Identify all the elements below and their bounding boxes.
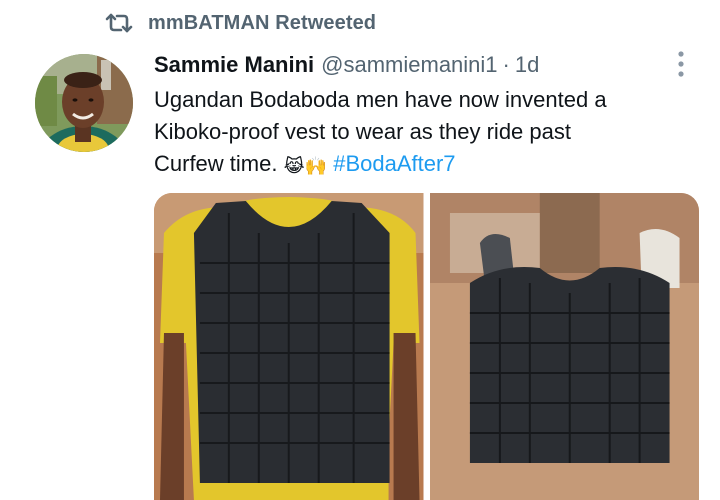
photo-tire-vest-on-ground[interactable] — [429, 193, 699, 500]
tweet-text-fragment: Curfew time. — [154, 151, 278, 176]
meta-separator: · — [502, 52, 510, 77]
retweet-label[interactable]: mmBATMAN Retweeted — [148, 12, 376, 35]
tweet-timestamp[interactable]: 1d — [515, 52, 539, 78]
tweet-media — [154, 193, 699, 500]
raising-hands-emoji-icon: 🙌 — [304, 156, 328, 176]
retweet-context[interactable]: mmBATMAN Retweeted — [104, 10, 376, 36]
tweet-text-line-3: Curfew time. 😹🙌 #BodaAfter7 — [154, 148, 694, 180]
hashtag-link[interactable]: #BodaAfter7 — [333, 151, 455, 176]
author-handle[interactable]: @sammiemanini1 — [321, 52, 497, 78]
tweet-header: Sammie Manini @sammiemanini1 · 1d — [154, 51, 539, 79]
avatar[interactable] — [35, 54, 133, 152]
author-display-name[interactable]: Sammie Manini — [154, 52, 314, 78]
tweet-text-line: Ugandan Bodaboda men have now invented a — [154, 87, 607, 112]
photo-person-wearing-tire-vest[interactable] — [154, 193, 424, 500]
tweet-text: Ugandan Bodaboda men have now invented a… — [154, 84, 694, 180]
cat-tears-of-joy-emoji-icon: 😹 — [283, 156, 305, 176]
more-options-icon[interactable] — [671, 49, 691, 79]
tweet-text-line: Kiboko-proof vest to wear as they ride p… — [154, 119, 571, 144]
retweet-icon — [105, 13, 133, 33]
